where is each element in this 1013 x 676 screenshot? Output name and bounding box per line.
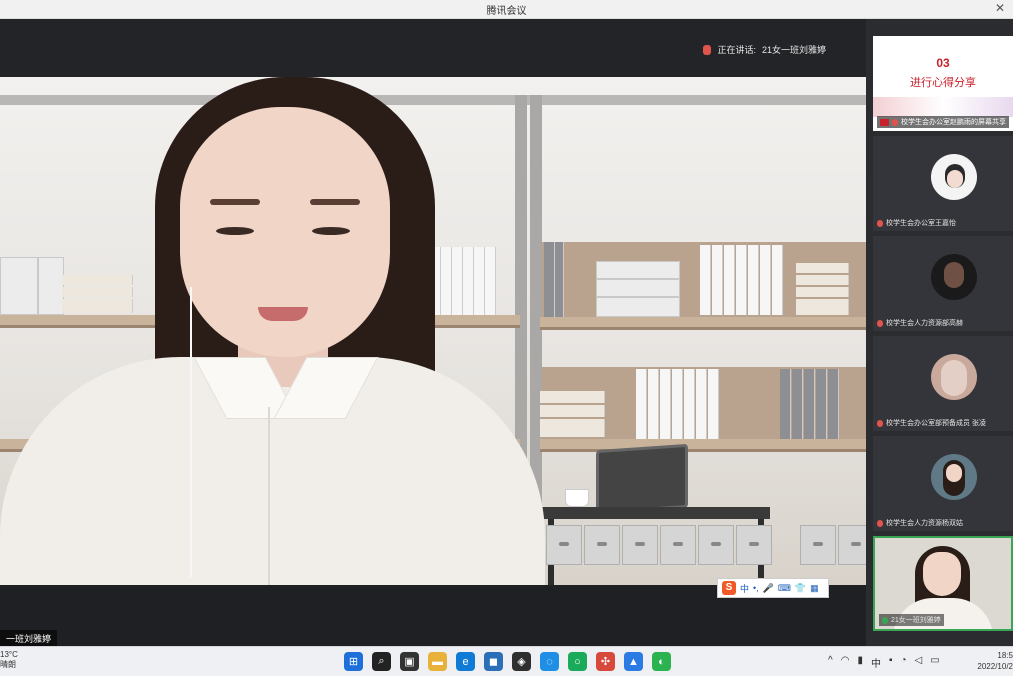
- avatar: [931, 254, 977, 300]
- participant-tile[interactable]: 校学生会办公室部预备成员 张凌: [873, 336, 1013, 431]
- app-blue-icon[interactable]: ◌: [540, 652, 559, 671]
- microphone-muted-icon: [877, 219, 883, 227]
- search-icon[interactable]: ⌕: [372, 652, 391, 671]
- slide-number: 03: [936, 56, 950, 70]
- storage-bins: [540, 525, 866, 567]
- weather-description: 晴朗: [0, 660, 16, 669]
- ime-tools-icon[interactable]: ▦: [810, 583, 819, 594]
- avatar: [931, 454, 977, 500]
- app-dark-icon[interactable]: ◈: [512, 652, 531, 671]
- ime-voice-icon[interactable]: 🎤: [763, 583, 774, 594]
- system-tray: ^ ◠ ▮ 中 ▪ ◔ ◁ ▭: [828, 655, 940, 670]
- participant-tile-screen-share[interactable]: 03 进行心得分享 校学生会办公室赵鹏雨的屏幕共享: [873, 36, 1013, 131]
- wechat-icon[interactable]: ◐: [652, 652, 671, 671]
- main-video[interactable]: [0, 77, 866, 585]
- file-explorer-icon[interactable]: ▬: [428, 652, 447, 671]
- window-title: 腾讯会议: [486, 6, 527, 17]
- app-colorful-icon[interactable]: ✣: [596, 652, 615, 671]
- participant-tile-self[interactable]: 21女一班刘雅婷: [873, 536, 1013, 631]
- store-icon[interactable]: ◼: [484, 652, 503, 671]
- avatar: [931, 154, 977, 200]
- microphone-icon: [703, 44, 712, 55]
- participant-label: 校学生会办公室王嘉怡: [877, 218, 956, 228]
- speaker-name: 21女一班刘雅婷: [761, 45, 826, 55]
- ime-toolbar[interactable]: S 中 •, 🎤 ⌨ 👕 ▦: [717, 578, 829, 598]
- app-tray-icon[interactable]: ▪: [889, 655, 893, 670]
- clock-date: 2022/10/2: [977, 662, 1013, 671]
- desk-prop: [540, 507, 770, 519]
- screen-share-icon: [880, 118, 889, 126]
- microphone-muted-icon: [877, 519, 883, 527]
- weather-temperature: 13°C: [0, 650, 18, 659]
- ime-icon[interactable]: 中: [871, 655, 881, 670]
- mug-prop: [565, 489, 589, 507]
- tablet-prop: [596, 443, 688, 515]
- ime-keyboard-icon[interactable]: ⌨: [778, 583, 791, 594]
- participant-tile[interactable]: 校学生会办公室王嘉怡: [873, 136, 1013, 231]
- edge-icon[interactable]: e: [456, 652, 475, 671]
- sogou-logo-icon[interactable]: S: [722, 581, 736, 595]
- wifi-icon[interactable]: ◔: [901, 655, 907, 670]
- microphone-muted-icon: [877, 319, 883, 327]
- windows-start-icon[interactable]: ⊞: [344, 652, 363, 671]
- ime-skin-icon[interactable]: 👕: [795, 583, 806, 594]
- tencent-meeting-icon[interactable]: ▲: [624, 652, 643, 671]
- participant-tile[interactable]: 校学生会人力资源部高赫: [873, 236, 1013, 331]
- ime-mode-toggle[interactable]: 中: [740, 582, 749, 595]
- window-titlebar: 腾讯会议 ✕: [0, 0, 1013, 19]
- participant-label: 校学生会人力资源杨双姑: [877, 518, 963, 528]
- app-green-icon[interactable]: ○: [568, 652, 587, 671]
- participant-label: 校学生会办公室赵鹏雨的屏幕共享: [877, 116, 1009, 128]
- microphone-active-icon: [882, 616, 888, 624]
- participant-label: 21女一班刘雅婷: [879, 614, 944, 626]
- microphone-icon[interactable]: ▮: [857, 655, 863, 670]
- participant-label: 校学生会办公室部预备成员 张凌: [877, 418, 986, 428]
- network-icon[interactable]: ◠: [841, 655, 850, 670]
- participant-tile[interactable]: 校学生会人力资源杨双姑: [873, 436, 1013, 531]
- battery-icon[interactable]: ▭: [930, 655, 939, 670]
- slide-title: 进行心得分享: [910, 76, 976, 89]
- microphone-muted-icon: [877, 419, 883, 427]
- weather-widget[interactable]: 13°C 晴朗: [0, 650, 18, 670]
- speaker-bar: 正在讲话: 21女一班刘雅婷: [0, 19, 866, 77]
- participant-list: 03 进行心得分享 校学生会办公室赵鹏雨的屏幕共享 校学生会办公室王嘉怡 校学生…: [866, 19, 1013, 646]
- taskbar-apps: ⊞ ⌕ ▣ ▬ e ◼ ◈ ◌ ○ ✣ ▲ ◐: [344, 652, 671, 671]
- active-speaker-indicator: 正在讲话: 21女一班刘雅婷: [703, 43, 826, 56]
- speaker-prefix: 正在讲话:: [717, 45, 756, 55]
- close-icon[interactable]: ✕: [995, 1, 1005, 15]
- avatar: [931, 354, 977, 400]
- ime-punct-toggle[interactable]: •,: [753, 583, 759, 593]
- clock-time: 18:5: [997, 651, 1013, 660]
- task-view-icon[interactable]: ▣: [400, 652, 419, 671]
- participant-label: 校学生会人力资源部高赫: [877, 318, 963, 328]
- tray-chevron-icon[interactable]: ^: [828, 655, 833, 670]
- speaker-person: [0, 77, 560, 585]
- microphone-muted-icon: [892, 118, 898, 126]
- taskbar: 13°C 晴朗 ⊞ ⌕ ▣ ▬ e ◼ ◈ ◌ ○ ✣ ▲ ◐ ^ ◠ ▮ 中 ▪ ◔ ◁ ▭ 18:…: [0, 646, 1013, 676]
- main-stage: 正在讲话: 21女一班刘雅婷 一班刘雅婷: [0, 19, 866, 647]
- main-video-name-label: 一班刘雅婷: [0, 630, 58, 647]
- volume-icon[interactable]: ◁: [915, 655, 923, 670]
- system-clock[interactable]: 18:5 2022/10/2: [977, 650, 1013, 672]
